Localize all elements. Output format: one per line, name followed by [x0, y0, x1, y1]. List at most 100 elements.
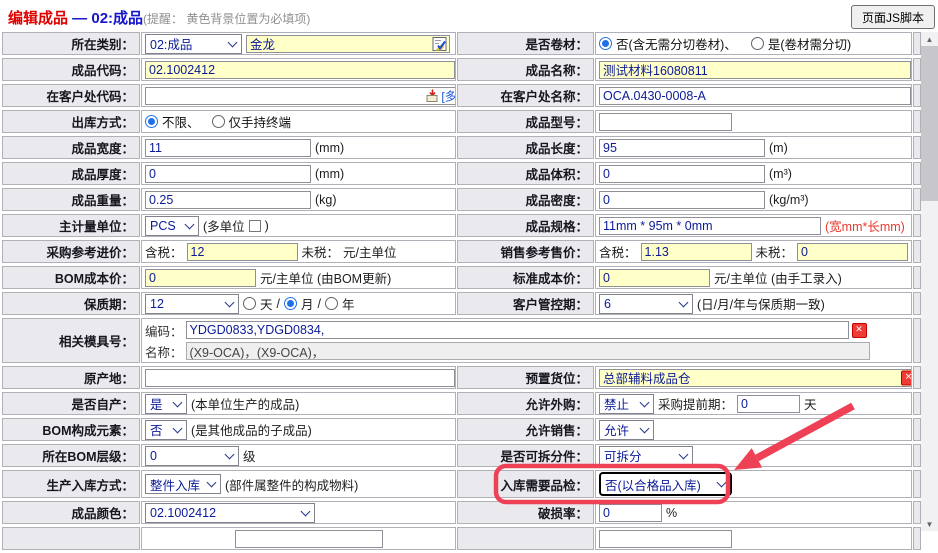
customer-name-input[interactable]	[599, 87, 911, 105]
roll-no-radio[interactable]	[599, 37, 612, 50]
bom-level-select[interactable]: 0	[145, 446, 239, 466]
clipped-input-left[interactable]	[235, 530, 383, 548]
label-shelf-life: 保质期：	[2, 292, 140, 315]
chevron-down-icon	[228, 37, 238, 47]
purchase-tax-price-input[interactable]	[187, 243, 298, 261]
label-spec: 成品规格：	[457, 214, 594, 237]
category-select[interactable]: 02:成品	[145, 34, 242, 54]
label-density: 成品密度：	[457, 188, 594, 211]
multi-select-link[interactable]: [多]	[441, 87, 456, 104]
origin-input[interactable]	[145, 369, 455, 387]
bom-element-select[interactable]: 否	[145, 420, 187, 440]
label-product-name: 成品名称：	[457, 58, 594, 81]
outbound-handheld-radio[interactable]	[212, 115, 225, 128]
label-width: 成品宽度：	[2, 136, 140, 159]
purchase-lead-time-input[interactable]	[737, 395, 800, 413]
chevron-down-icon	[717, 478, 727, 488]
inbound-qc-select[interactable]: 否(以合格品入库)	[599, 472, 732, 496]
chevron-down-icon	[640, 397, 650, 407]
chevron-down-icon	[173, 423, 183, 433]
category-value-input[interactable]	[246, 35, 450, 53]
scroll-up-arrow-icon[interactable]: ▲	[921, 32, 938, 46]
label-bom-element: BOM构成元素：	[2, 418, 140, 441]
shelf-day-radio[interactable]	[243, 297, 256, 310]
label-color: 成品颜色：	[2, 501, 140, 524]
import-icon[interactable]	[426, 89, 439, 102]
allow-sale-select[interactable]: 允许	[599, 420, 654, 440]
label-mold: 相关模具号：	[2, 318, 140, 363]
density-input[interactable]	[599, 191, 765, 209]
clear-location-button[interactable]: ✕	[901, 370, 912, 385]
label-preset-location: 预置货位：	[457, 366, 594, 389]
clipped-input-right[interactable]	[599, 530, 732, 548]
label-self-made: 是否自产：	[2, 392, 140, 415]
preset-location-input[interactable]	[599, 369, 912, 387]
title-sub: 02:成品	[91, 10, 143, 27]
production-inbound-select[interactable]: 整件入库	[145, 474, 221, 494]
label-inbound-qc: 入库需要品检：	[457, 470, 594, 498]
chevron-down-icon	[640, 423, 650, 433]
label-allow-purchase: 允许外购：	[457, 392, 594, 415]
spec-input[interactable]	[599, 217, 821, 235]
title-hint: (提醒： 黄色背景位置为必填项)	[143, 12, 310, 26]
label-origin: 原产地：	[2, 366, 140, 389]
label-weight: 成品重量：	[2, 188, 140, 211]
label-std-cost: 标准成本价：	[457, 266, 594, 289]
model-input[interactable]	[599, 113, 732, 131]
thickness-input[interactable]	[145, 165, 311, 183]
label-production-inbound: 生产入库方式：	[2, 470, 140, 498]
label-bom-cost: BOM成本价：	[2, 266, 140, 289]
std-cost-input[interactable]	[599, 269, 710, 287]
mold-code-input[interactable]	[186, 321, 849, 339]
mold-name-input	[186, 342, 870, 360]
page-header: 编辑成品 — 02:成品(提醒： 黄色背景位置为必填项) 页面JS脚本	[0, 0, 938, 31]
scroll-down-arrow-icon[interactable]: ▼	[921, 517, 938, 531]
label-purchase-price: 采购参考进价：	[2, 240, 140, 263]
clear-mold-button[interactable]: ✕	[852, 323, 867, 338]
damage-rate-input[interactable]	[599, 504, 662, 522]
volume-input[interactable]	[599, 165, 765, 183]
shelf-year-radio[interactable]	[325, 297, 338, 310]
label-splittable: 是否可拆分件：	[457, 444, 594, 467]
weight-input[interactable]	[145, 191, 311, 209]
chevron-down-icon	[301, 506, 311, 516]
product-code-input[interactable]	[145, 61, 455, 79]
chevron-down-icon	[225, 297, 235, 307]
label-allow-sale: 允许销售：	[457, 418, 594, 441]
length-input[interactable]	[599, 139, 765, 157]
label-thickness: 成品厚度：	[2, 162, 140, 185]
scrollbar-thumb[interactable]	[921, 46, 938, 201]
chevron-down-icon	[225, 449, 235, 459]
allow-purchase-select[interactable]: 禁止	[599, 394, 654, 414]
customer-control-select[interactable]: 6	[599, 294, 693, 314]
label-main-unit: 主计量单位：	[2, 214, 140, 237]
roll-yes-radio[interactable]	[751, 37, 764, 50]
splittable-select[interactable]: 可拆分	[599, 446, 693, 466]
self-made-select[interactable]: 是	[145, 394, 187, 414]
chevron-down-icon	[173, 397, 183, 407]
label-customer-name: 在客户处名称：	[457, 84, 594, 107]
chevron-down-icon	[679, 449, 689, 459]
chevron-down-icon	[207, 478, 217, 488]
picker-icon[interactable]	[432, 36, 447, 51]
page-title: 编辑成品 — 02:成品(提醒： 黄色背景位置为必填项)	[8, 7, 310, 28]
shelf-month-radio[interactable]	[284, 297, 297, 310]
shelf-life-select[interactable]: 12	[145, 294, 239, 314]
bom-cost-input[interactable]	[145, 269, 256, 287]
customer-code-input[interactable]	[145, 87, 456, 105]
color-select[interactable]: 02.1002412	[145, 503, 315, 523]
product-form: 所在类别： 02:成品 是否卷材： 否(含无需分切卷材)、 是(卷材需分切) 成…	[2, 32, 921, 553]
label-sale-price: 销售参考售价：	[457, 240, 594, 263]
outbound-unlimited-radio[interactable]	[145, 115, 158, 128]
sale-tax-price-input[interactable]	[641, 243, 752, 261]
label-customer-code: 在客户处代码：	[2, 84, 140, 107]
label-is-roll: 是否卷材：	[457, 32, 594, 55]
sale-notax-price-input[interactable]	[797, 243, 908, 261]
width-input[interactable]	[145, 139, 311, 157]
main-unit-select[interactable]: PCS	[145, 216, 199, 236]
multi-unit-checkbox[interactable]	[249, 220, 261, 232]
vertical-scrollbar[interactable]: ▲ ▼	[921, 32, 938, 531]
page-js-script-button[interactable]: 页面JS脚本	[851, 5, 935, 29]
product-name-input[interactable]	[599, 61, 911, 79]
label-product-code: 成品代码：	[2, 58, 140, 81]
